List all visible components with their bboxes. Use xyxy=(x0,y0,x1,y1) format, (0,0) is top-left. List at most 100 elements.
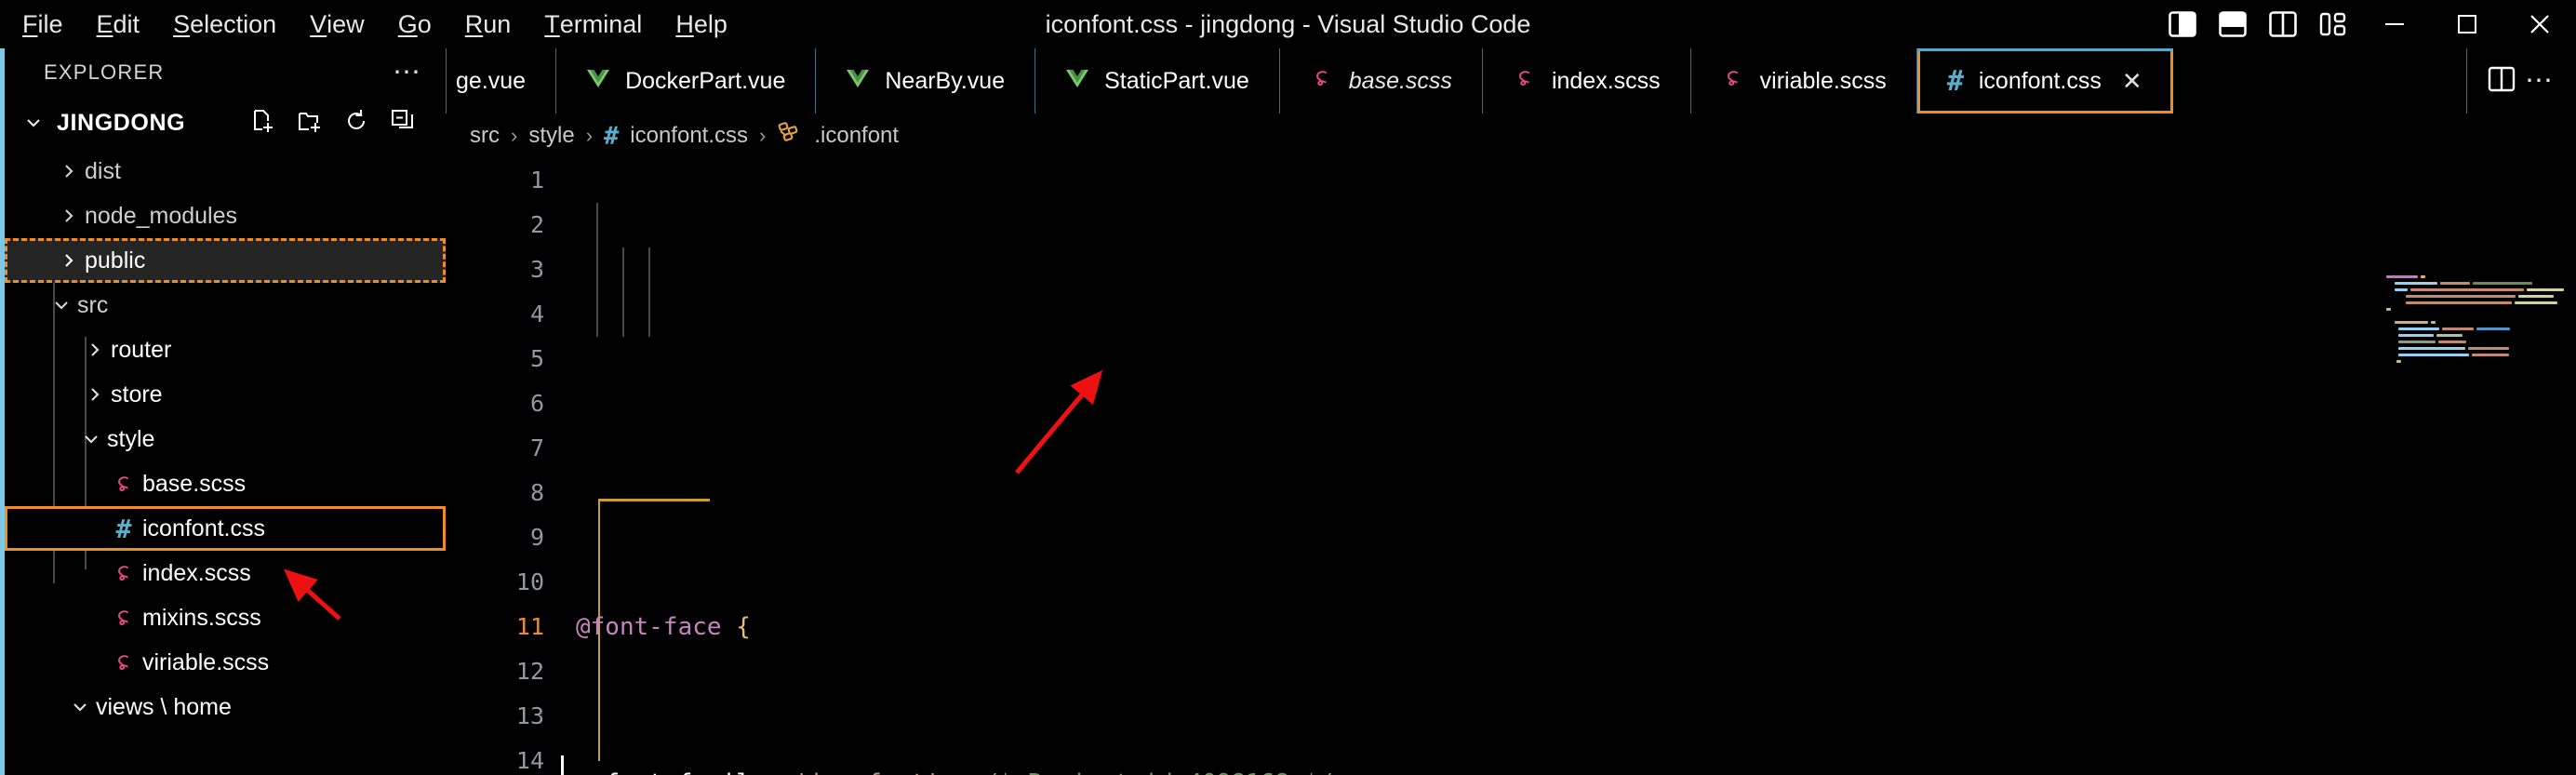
tree-item-public[interactable]: public xyxy=(5,238,446,283)
customize-layout-icon[interactable] xyxy=(2308,0,2358,48)
line-number-gutter: 1 2 3 4 5 6 7 8 9 10 11 12 13 14 xyxy=(446,158,559,775)
tree-item-label: index.scss xyxy=(142,559,251,586)
css-icon: # xyxy=(1946,64,1964,98)
tree-item-style[interactable]: style xyxy=(5,417,446,461)
indent-guide xyxy=(648,247,650,337)
css-icon: # xyxy=(115,513,132,544)
tree-item-src[interactable]: src xyxy=(5,283,446,327)
collapse-all-icon[interactable] xyxy=(390,108,416,139)
vue-icon xyxy=(846,68,870,95)
tab-staticpart-vue[interactable]: StaticPart.vue xyxy=(1035,48,1280,114)
chevron-right-icon: › xyxy=(759,124,767,147)
tree-item-label: store xyxy=(111,381,163,408)
code-content[interactable]: @font-face { font-family: 'iconfont'; /*… xyxy=(559,158,2576,775)
tree-item-dist[interactable]: dist xyxy=(5,149,446,194)
chevron-right-icon[interactable] xyxy=(53,162,85,180)
tab-label: NearBy.vue xyxy=(885,67,1006,94)
breadcrumb-item-style[interactable]: style xyxy=(528,123,574,149)
tree-item-iconfont-css[interactable]: # iconfont.css xyxy=(5,506,446,551)
line-number: 5 xyxy=(529,345,544,372)
line-number: 4 xyxy=(529,301,544,327)
tab-label: DockerPart.vue xyxy=(625,67,786,94)
tab-nearby-vue[interactable]: NearBy.vue xyxy=(816,48,1036,114)
maximize-button[interactable] xyxy=(2431,0,2503,48)
workspace-root-label: JINGDONG xyxy=(57,109,186,136)
chevron-down-icon[interactable] xyxy=(75,430,107,448)
new-folder-icon[interactable] xyxy=(297,108,323,139)
more-actions-icon[interactable]: ⋯ xyxy=(2525,67,2556,95)
tree-item-base-scss[interactable]: base.scss xyxy=(5,461,446,506)
chevron-down-icon[interactable] xyxy=(18,113,49,133)
new-file-icon[interactable] xyxy=(250,108,276,139)
line-number: 6 xyxy=(529,390,544,417)
breadcrumb-item-iconfont-css[interactable]: iconfont.css xyxy=(630,123,748,149)
chevron-right-icon[interactable] xyxy=(79,341,111,359)
window-right-controls xyxy=(2157,0,2576,48)
explorer-title: EXPLORER xyxy=(44,60,165,84)
split-editor-icon[interactable] xyxy=(2488,66,2516,97)
code-line-1[interactable]: @font-face { xyxy=(559,605,2576,649)
vue-icon xyxy=(1065,68,1089,95)
chevron-right-icon[interactable] xyxy=(79,385,111,404)
menu-item-edit[interactable]: Edit xyxy=(80,0,157,48)
menu-item-go[interactable]: Go xyxy=(381,0,448,48)
more-actions-icon[interactable]: ⋯ xyxy=(393,59,423,87)
minimap[interactable] xyxy=(2381,268,2576,775)
line-number-active: 11 xyxy=(515,613,544,640)
toggle-secondary-sidebar-icon[interactable] xyxy=(2258,0,2308,48)
tab-index-scss[interactable]: index.scss xyxy=(1482,48,1691,114)
tree-item-viriable-scss[interactable]: viriable.scss xyxy=(5,640,446,685)
menu-item-view[interactable]: View xyxy=(293,0,381,48)
sass-icon xyxy=(105,472,142,496)
close-button[interactable] xyxy=(2503,0,2576,48)
tab-base-scss[interactable]: base.scss xyxy=(1279,48,1483,114)
tab-dockerpart-vue[interactable]: DockerPart.vue xyxy=(556,48,817,114)
breadcrumb-item-iconfont-symbol[interactable]: .iconfont xyxy=(814,123,899,149)
token-comment: /* Project id 4098168 */ xyxy=(983,769,1333,775)
line-number: 1 xyxy=(529,167,544,194)
menu-bar[interactable]: File Edit Selection View Go Run Terminal… xyxy=(0,0,744,48)
tree-item-label: node_modules xyxy=(85,202,238,229)
tab-label: ge.vue xyxy=(456,67,527,94)
sass-icon xyxy=(105,561,142,585)
chevron-down-icon[interactable] xyxy=(64,698,96,716)
workspace-root-row[interactable]: JINGDONG xyxy=(5,97,446,149)
tree-item-label: src xyxy=(77,291,109,318)
vue-icon xyxy=(586,68,610,95)
menu-item-help[interactable]: Help xyxy=(659,0,744,48)
sass-icon xyxy=(1513,66,1537,97)
tree-item-mixins-scss[interactable]: mixins.scss xyxy=(5,595,446,640)
code-editor[interactable]: 1 2 3 4 5 6 7 8 9 10 11 12 13 14 @font-f… xyxy=(446,158,2576,775)
breadcrumb: src › style › # iconfont.css › .iconfont xyxy=(446,114,2576,158)
toggle-panel-icon[interactable] xyxy=(2208,0,2258,48)
tab-ge-vue[interactable]: ge.vue xyxy=(446,48,557,114)
chevron-down-icon[interactable] xyxy=(46,296,77,314)
code-line-2[interactable]: font-family: 'iconfont'; /* Project id 4… xyxy=(559,761,2576,775)
tree-item-store[interactable]: store xyxy=(5,372,446,417)
menu-item-file[interactable]: File xyxy=(6,0,80,48)
tree-item-label: views \ home xyxy=(96,693,232,720)
refresh-icon[interactable] xyxy=(343,108,369,139)
menu-item-run[interactable]: Run xyxy=(448,0,528,48)
menu-item-terminal[interactable]: Terminal xyxy=(527,0,659,48)
minimize-button[interactable] xyxy=(2358,0,2431,48)
close-icon[interactable]: ✕ xyxy=(2122,67,2142,96)
menu-item-selection[interactable]: Selection xyxy=(156,0,293,48)
tree-item-label: base.scss xyxy=(142,470,247,497)
breadcrumb-item-src[interactable]: src xyxy=(470,123,500,149)
line-number: 14 xyxy=(515,747,544,774)
token-at-rule: @font-face xyxy=(576,613,722,641)
toggle-primary-sidebar-icon[interactable] xyxy=(2157,0,2208,48)
chevron-right-icon: › xyxy=(585,124,594,147)
tab-label: index.scss xyxy=(1551,67,1661,94)
tree-item-index-scss[interactable]: index.scss xyxy=(5,551,446,595)
tree-item-router[interactable]: router xyxy=(5,327,446,372)
tree-item-views-home[interactable]: views \ home xyxy=(5,685,446,729)
tree-item-node-modules[interactable]: node_modules xyxy=(5,194,446,238)
chevron-right-icon[interactable] xyxy=(53,251,85,270)
tab-label: iconfont.css xyxy=(1978,67,2102,94)
tab-label: viriable.scss xyxy=(1759,67,1887,94)
chevron-right-icon[interactable] xyxy=(53,207,85,225)
tab-iconfont-css[interactable]: # iconfont.css ✕ xyxy=(1916,48,2173,114)
tab-viriable-scss[interactable]: viriable.scss xyxy=(1690,48,1917,114)
